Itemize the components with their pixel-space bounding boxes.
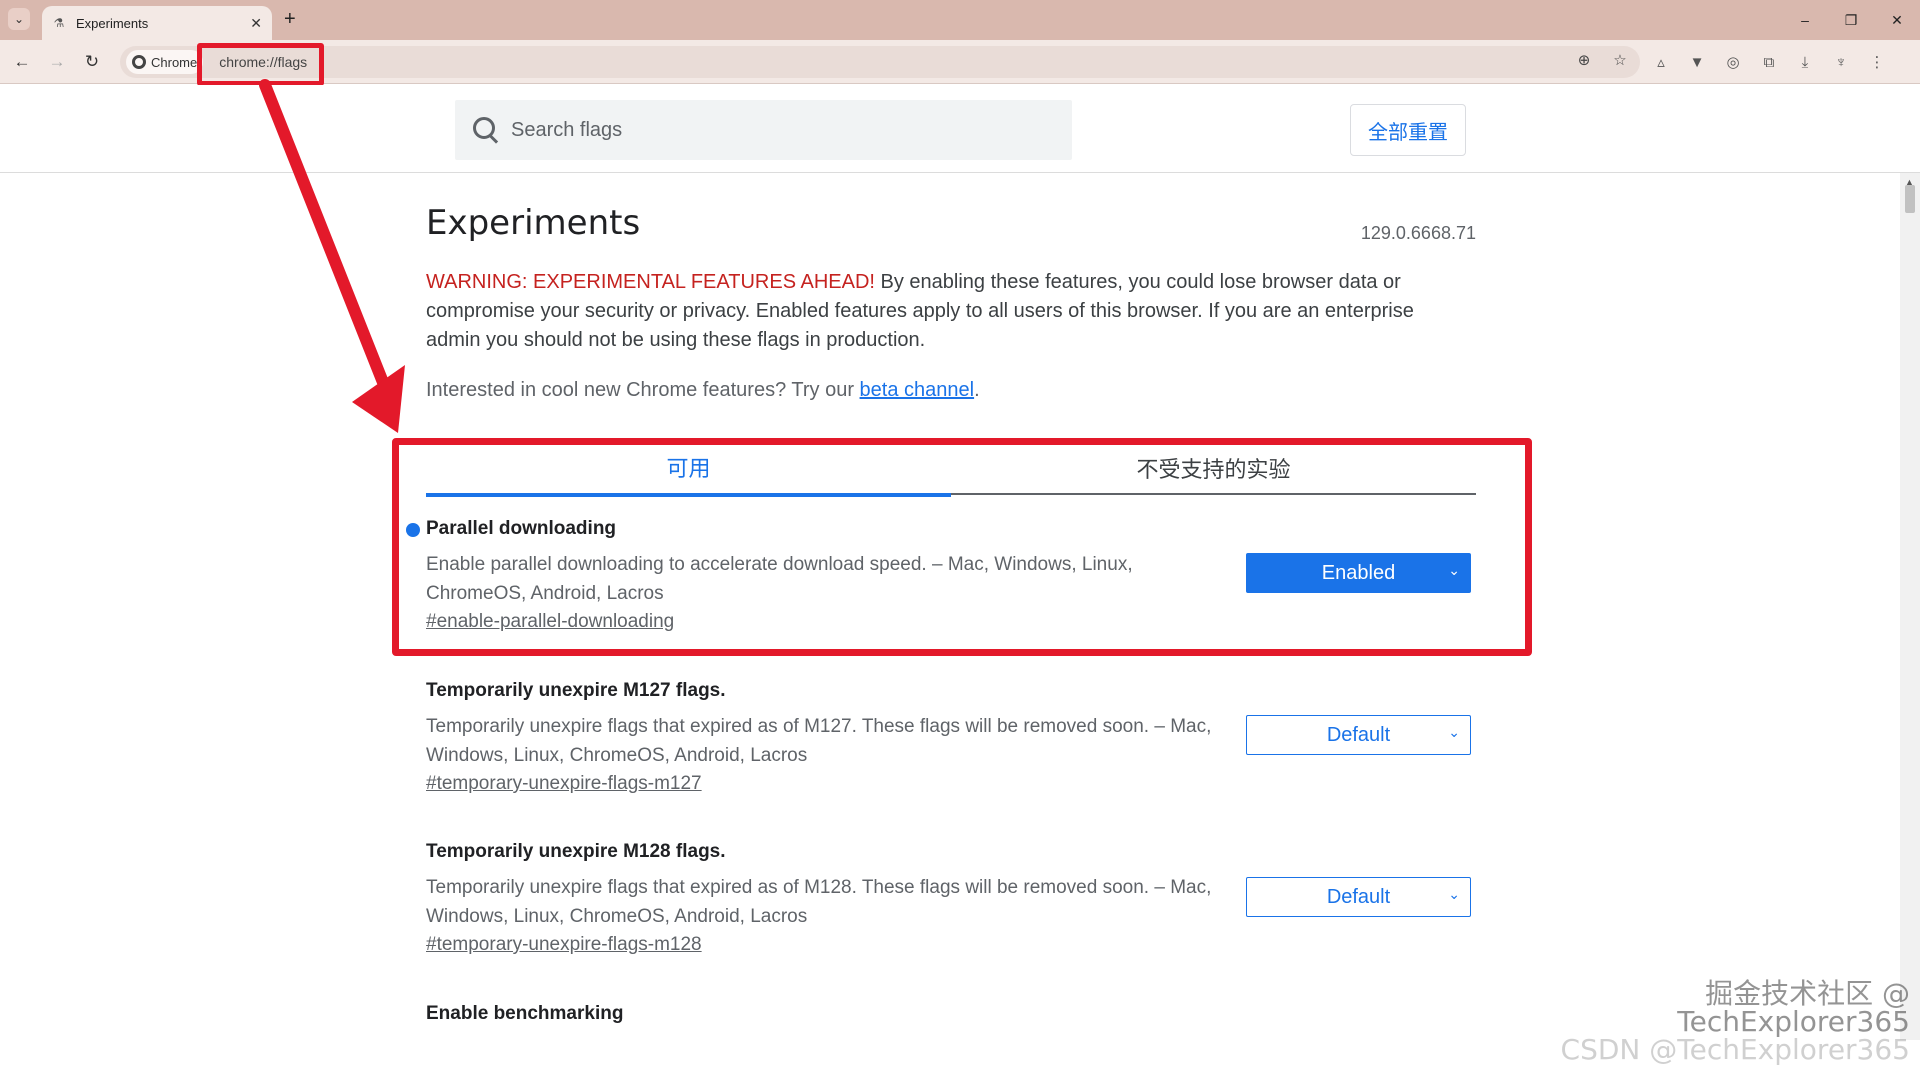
- flag-description: Temporarily unexpire flags that expired …: [426, 877, 1212, 927]
- profile-icon[interactable]: ♆: [1830, 50, 1852, 74]
- zoom-icon[interactable]: ⊕: [1574, 51, 1594, 69]
- flag-name: Enable benchmarking: [426, 1003, 624, 1024]
- address-bar[interactable]: Chrome chrome://flags ⊕ ☆: [120, 46, 1640, 78]
- tab-title: Experiments: [76, 15, 149, 31]
- warning-text: WARNING: EXPERIMENTAL FEATURES AHEAD! By…: [426, 268, 1456, 355]
- site-info-chip[interactable]: Chrome: [126, 50, 204, 74]
- extension-circle-icon[interactable]: ◎: [1722, 50, 1744, 74]
- minimize-button[interactable]: –: [1782, 0, 1828, 40]
- flag-permalink[interactable]: #temporary-unexpire-flags-m127: [426, 773, 702, 795]
- flag-item-benchmarking: Enable benchmarking: [426, 1003, 1476, 1025]
- flag-annotation-box: [392, 438, 1532, 656]
- extension-icons: ▵ ▼ ◎ ⧉ ⤓ ♆ ⋮: [1650, 50, 1888, 74]
- chevron-down-icon: ⌄: [1448, 886, 1460, 902]
- page-title: Experiments: [426, 203, 641, 243]
- url-annotation-box: [197, 43, 324, 86]
- search-input[interactable]: [511, 118, 1031, 142]
- flag-item-unexpire-m128: Temporarily unexpire M128 flags. Tempora…: [426, 841, 1476, 956]
- close-tab-icon[interactable]: ✕: [250, 15, 262, 32]
- chrome-logo-icon: [132, 55, 146, 69]
- beta-promo-end: .: [974, 379, 980, 401]
- search-flags-box[interactable]: [455, 100, 1072, 160]
- flag-state-value: Default: [1326, 885, 1391, 908]
- page-scrollbar[interactable]: ▲: [1900, 173, 1920, 1040]
- tab-search-icon[interactable]: ⌄: [8, 8, 30, 30]
- tab-experiments[interactable]: ⚗ Experiments ✕: [42, 6, 272, 40]
- extension-v-icon[interactable]: ▼: [1686, 50, 1708, 74]
- window-controls: – ❐ ✕: [1782, 0, 1920, 40]
- flag-description: Temporarily unexpire flags that expired …: [426, 716, 1212, 766]
- flag-state-value: Default: [1326, 723, 1391, 746]
- watermark: 掘金技术社区 @ TechExplorer365 CSDN @TechExplo…: [1500, 977, 1910, 1064]
- omnibox-actions: ⊕ ☆: [1574, 51, 1630, 69]
- search-icon: [473, 117, 499, 143]
- reset-all-button[interactable]: 全部重置: [1350, 104, 1466, 156]
- warning-strong: WARNING: EXPERIMENTAL FEATURES AHEAD!: [426, 271, 875, 293]
- beta-channel-link[interactable]: beta channel: [860, 379, 975, 401]
- extensions-puzzle-icon[interactable]: ⧉: [1758, 50, 1780, 74]
- reload-icon[interactable]: ↻: [80, 50, 104, 74]
- version-label: 129.0.6668.71: [1360, 223, 1476, 243]
- beta-promo: Interested in cool new Chrome features? …: [426, 379, 980, 402]
- restore-button[interactable]: ❐: [1828, 0, 1874, 40]
- flask-icon: ⚗: [53, 16, 65, 30]
- flag-name: Temporarily unexpire M128 flags.: [426, 841, 726, 862]
- back-arrow-icon[interactable]: ←: [10, 50, 34, 74]
- beta-promo-text: Interested in cool new Chrome features? …: [426, 379, 860, 401]
- flag-permalink[interactable]: #temporary-unexpire-flags-m128: [426, 934, 702, 956]
- watermark-line-1: 掘金技术社区 @ TechExplorer365: [1677, 977, 1910, 1038]
- site-chip-label: Chrome: [151, 54, 198, 70]
- forward-arrow-icon[interactable]: →: [45, 50, 69, 74]
- flags-header: 全部重置: [0, 85, 1920, 173]
- tab-strip: ⌄ ⚗ Experiments ✕ + – ❐ ✕: [0, 0, 1920, 40]
- menu-kebab-icon[interactable]: ⋮: [1866, 50, 1888, 74]
- scrollbar-thumb[interactable]: [1905, 185, 1915, 213]
- watermark-line-2: CSDN @TechExplorer365: [1560, 1033, 1910, 1066]
- flag-item-unexpire-m127: Temporarily unexpire M127 flags. Tempora…: [426, 680, 1476, 795]
- extension-a-icon[interactable]: ▵: [1650, 50, 1672, 74]
- bookmark-star-icon[interactable]: ☆: [1610, 51, 1630, 69]
- downloads-icon[interactable]: ⤓: [1794, 50, 1816, 74]
- chevron-down-icon: ⌄: [1448, 724, 1460, 740]
- flag-state-select[interactable]: Default ⌄: [1246, 877, 1471, 917]
- flag-state-select[interactable]: Default ⌄: [1246, 715, 1471, 755]
- flag-name: Temporarily unexpire M127 flags.: [426, 680, 726, 701]
- close-window-button[interactable]: ✕: [1874, 0, 1920, 40]
- new-tab-button[interactable]: +: [284, 9, 296, 29]
